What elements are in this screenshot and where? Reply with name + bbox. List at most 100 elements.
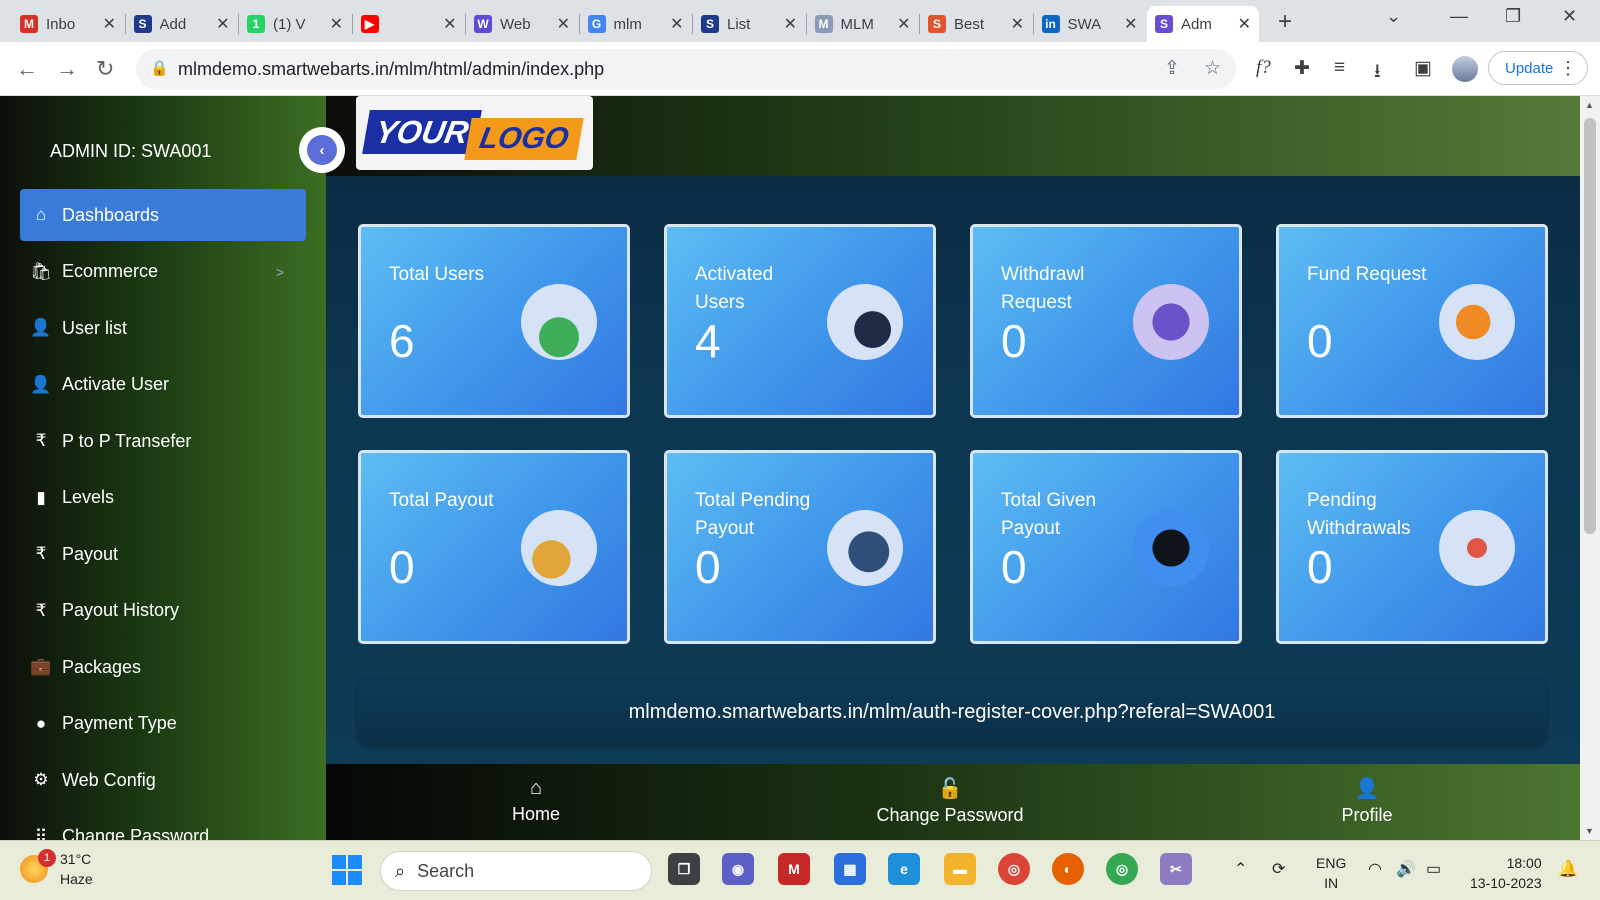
sidebar-item-levels[interactable]: ▮ Levels bbox=[20, 472, 306, 524]
stat-card-pending-withdrawals[interactable]: Pending Withdrawals 0 bbox=[1276, 450, 1548, 644]
close-tab-icon[interactable]: ✕ bbox=[784, 14, 797, 34]
reload-icon[interactable]: ↻ bbox=[96, 56, 114, 82]
scroll-down-arrow-icon[interactable]: ▼ bbox=[1585, 826, 1594, 836]
stat-card-activated-users[interactable]: Activated Users 4 bbox=[664, 224, 936, 418]
volume-icon[interactable]: 🔊 bbox=[1396, 859, 1416, 879]
address-url[interactable]: mlmdemo.smartwebarts.in/mlm/html/admin/i… bbox=[178, 59, 604, 80]
browser-tab[interactable]: S Adm ✕ bbox=[1147, 6, 1259, 42]
update-button[interactable]: Update ⋮ bbox=[1488, 51, 1588, 85]
browser-tab[interactable]: S Add ✕ bbox=[126, 6, 238, 42]
bottom-nav-home[interactable]: ⌂ Home bbox=[436, 768, 636, 834]
tab-search-icon[interactable]: ⌄ bbox=[1386, 6, 1401, 27]
chrome-icon[interactable]: ◎ bbox=[998, 853, 1030, 885]
sync-icon[interactable]: ⟳ bbox=[1272, 859, 1285, 879]
media-queue-icon[interactable]: ≡ bbox=[1334, 57, 1345, 79]
taskbar-search-box[interactable]: ⌕ Search bbox=[380, 851, 652, 891]
restore-button[interactable]: ❐ bbox=[1505, 6, 1521, 27]
back-arrow-icon[interactable]: ← bbox=[16, 56, 38, 82]
sidebar-item-activate-user[interactable]: 👤 Activate User bbox=[20, 359, 306, 411]
close-tab-icon[interactable]: ✕ bbox=[1238, 14, 1251, 34]
sidebar-item-user-list[interactable]: 👤 User list bbox=[20, 302, 306, 354]
profile-avatar[interactable] bbox=[1452, 56, 1478, 82]
browser-tab[interactable]: M MLM ✕ bbox=[807, 6, 919, 42]
close-tab-icon[interactable]: ✕ bbox=[897, 14, 910, 34]
browser-tab[interactable]: Gmlm ✕ bbox=[580, 6, 692, 42]
scroll-up-arrow-icon[interactable]: ▲ bbox=[1585, 100, 1594, 110]
sidebar-item-payout-history[interactable]: ₹ Payout History bbox=[20, 585, 306, 637]
new-tab-button[interactable]: + bbox=[1278, 8, 1292, 36]
task-view-icon[interactable]: ❐ bbox=[668, 853, 700, 885]
start-windows-icon[interactable] bbox=[332, 855, 362, 885]
collapse-sidebar-button[interactable]: ‹ bbox=[299, 127, 345, 173]
sidebar-item-payout[interactable]: ₹ Payout bbox=[20, 528, 306, 580]
bookmark-star-icon[interactable]: ☆ bbox=[1204, 57, 1221, 80]
referral-link[interactable]: mlmdemo.smartwebarts.in/mlm/auth-registe… bbox=[358, 680, 1546, 744]
close-tab-icon[interactable]: ✕ bbox=[1124, 14, 1137, 34]
battery-icon[interactable]: ▭ bbox=[1426, 859, 1441, 879]
snipping-tool-icon[interactable]: ✂ bbox=[1160, 853, 1192, 885]
teams-chat-icon[interactable]: ◉ bbox=[722, 853, 754, 885]
close-tab-icon[interactable]: ✕ bbox=[443, 14, 456, 34]
stat-card-total-given-payout[interactable]: Total Given Payout 0 bbox=[970, 450, 1242, 644]
chrome-active-icon[interactable]: ◎ bbox=[1106, 853, 1138, 885]
admin-id-label: ADMIN ID: SWA001 bbox=[50, 141, 212, 161]
clock-payment-icon bbox=[827, 510, 903, 586]
extensions-puzzle-icon[interactable]: ✚ bbox=[1294, 57, 1310, 80]
close-tab-icon[interactable]: ✕ bbox=[670, 14, 683, 34]
stat-card-fund-request[interactable]: Fund Request 0 bbox=[1276, 224, 1548, 418]
download-icon[interactable]: ⭳ bbox=[1374, 57, 1381, 89]
share-icon[interactable]: ⇪ bbox=[1164, 57, 1180, 80]
bar-chart-icon: ▮ bbox=[36, 487, 46, 507]
stat-card-total-payout[interactable]: Total Payout 0 bbox=[358, 450, 630, 644]
browser-tab[interactable]: in SWA ✕ bbox=[1034, 6, 1146, 42]
edge-browser-icon[interactable]: e bbox=[888, 853, 920, 885]
bottom-nav-change-password[interactable]: 🔓 Change Password bbox=[850, 768, 1050, 834]
card-value: 4 bbox=[695, 315, 721, 367]
sidebar-item-dashboards[interactable]: ⌂ Dashboards bbox=[20, 189, 306, 241]
browser-tab[interactable]: S Best ✕ bbox=[920, 6, 1032, 42]
microsoft-store-icon[interactable]: ▦ bbox=[834, 853, 866, 885]
stat-card-withdrawl-request[interactable]: Withdrawl Request 0 bbox=[970, 224, 1242, 418]
browser-tab[interactable]: M Inbo ✕ bbox=[12, 6, 124, 42]
close-tab-icon[interactable]: ✕ bbox=[330, 14, 343, 34]
formula-extension-icon[interactable]: f? bbox=[1256, 57, 1271, 79]
close-tab-icon[interactable]: ✕ bbox=[557, 14, 570, 34]
close-tab-icon[interactable]: ✕ bbox=[216, 14, 229, 34]
stat-card-total-pending-payout[interactable]: Total Pending Payout 0 bbox=[664, 450, 936, 644]
page-scrollbar[interactable]: ▲ ▼ bbox=[1580, 96, 1600, 840]
side-panel-icon[interactable]: ▣ bbox=[1414, 57, 1432, 80]
language-indicator[interactable]: ENG IN bbox=[1316, 853, 1346, 893]
notification-icon[interactable]: 🔔 bbox=[1558, 859, 1578, 879]
logo[interactable]: YOUR LOGO bbox=[356, 96, 593, 170]
sidebar-item-change-password[interactable]: ⠿ Change Password bbox=[20, 811, 306, 840]
menu-dots-icon[interactable]: ⋮ bbox=[1559, 58, 1577, 79]
close-window-button[interactable]: ✕ bbox=[1562, 6, 1577, 27]
scrollbar-thumb[interactable] bbox=[1584, 118, 1596, 534]
browser-tab[interactable]: ▶ ✕ bbox=[353, 6, 465, 42]
close-tab-icon[interactable]: ✕ bbox=[1011, 14, 1024, 34]
stat-card-total-users[interactable]: Total Users 6 bbox=[358, 224, 630, 418]
browser-tab[interactable]: 1 (1) V ✕ bbox=[239, 6, 351, 42]
weather-widget[interactable]: 1 31°C Haze bbox=[20, 849, 93, 889]
sidebar-item-label: Levels bbox=[62, 487, 115, 507]
browser-tab[interactable]: W Web ✕ bbox=[466, 6, 578, 42]
clock[interactable]: 18:00 13-10-2023 bbox=[1470, 853, 1542, 893]
address-bar[interactable]: 🔒 mlmdemo.smartwebarts.in/mlm/html/admin… bbox=[136, 49, 1236, 89]
minimize-button[interactable]: — bbox=[1450, 6, 1468, 27]
browser-tab[interactable]: S List ✕ bbox=[693, 6, 805, 42]
mcafee-icon[interactable]: M bbox=[778, 853, 810, 885]
sidebar-item-ecommerce[interactable]: 🛍 Ecommerce > bbox=[20, 246, 306, 298]
close-tab-icon[interactable]: ✕ bbox=[103, 14, 116, 34]
search-icon: ⌕ bbox=[395, 860, 406, 881]
forward-arrow-icon[interactable]: → bbox=[56, 56, 78, 82]
sidebar-item-web-config[interactable]: ⚙ Web Config bbox=[20, 754, 306, 806]
firefox-icon[interactable]: ◐ bbox=[1052, 853, 1084, 885]
tray-overflow-chevron-icon[interactable]: ⌃ bbox=[1234, 859, 1247, 879]
sidebar-item-payment-type[interactable]: ● Payment Type bbox=[20, 698, 306, 750]
file-explorer-icon[interactable]: ▬ bbox=[944, 853, 976, 885]
tab-separator bbox=[919, 14, 920, 34]
sidebar-item-p-to-p-transefer[interactable]: ₹ P to P Transefer bbox=[20, 415, 306, 467]
bottom-nav-profile[interactable]: 👤 Profile bbox=[1267, 768, 1467, 834]
sidebar-item-packages[interactable]: 💼 Packages bbox=[20, 641, 306, 693]
wifi-icon[interactable]: ◠ bbox=[1368, 859, 1382, 879]
